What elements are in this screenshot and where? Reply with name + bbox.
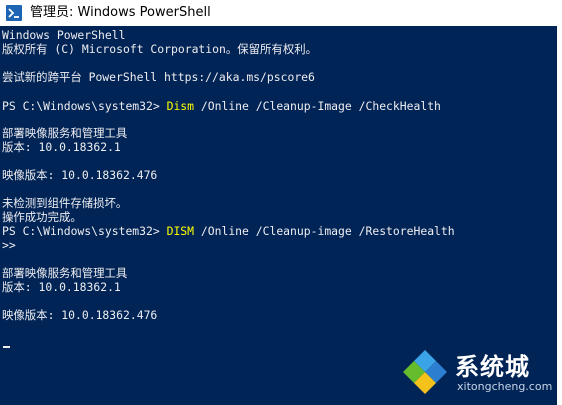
console-line: 操作成功完成。 [2, 210, 82, 224]
title-bar[interactable]: 管理员: Windows PowerShell [0, 0, 562, 26]
console-line: 映像版本: 10.0.18362.476 [2, 168, 158, 182]
command-line-checkhealth: PS C:\Windows\system32> Dism /Online /Cl… [2, 99, 441, 113]
watermark-name: 系统城 [455, 353, 530, 381]
text-cursor [3, 346, 10, 348]
console-line: 映像版本: 10.0.18362.476 [2, 308, 158, 322]
console-line: 部署映像服务和管理工具 [2, 126, 128, 140]
console-line: 部署映像服务和管理工具 [2, 266, 128, 280]
powershell-window: 管理员: Windows PowerShell Windows PowerShe… [0, 0, 562, 405]
console-line: >> [2, 238, 16, 252]
console-line: 未检测到组件存储损坏。 [2, 196, 128, 210]
diamond-logo-icon [403, 350, 447, 394]
console-line: 版权所有 (C) Microsoft Corporation。保留所有权利。 [2, 42, 317, 56]
console-line: 版本: 10.0.18362.1 [2, 140, 121, 154]
watermark: 系统城 xitongcheng.com [401, 340, 559, 402]
command-name: DISM [166, 224, 195, 238]
command-args: /Online /Cleanup-image /RestoreHealth [194, 224, 455, 238]
window-title: 管理员: Windows PowerShell [30, 5, 211, 20]
prompt-text: PS C:\Windows\system32> [2, 224, 167, 238]
powershell-icon [6, 5, 22, 21]
console-line: Windows PowerShell [2, 28, 126, 42]
prompt-text: PS C:\Windows\system32> [2, 99, 167, 113]
command-name: Dism [166, 99, 195, 113]
console-line: 版本: 10.0.18362.1 [2, 280, 121, 294]
command-line-restorehealth: PS C:\Windows\system32> DISM /Online /Cl… [2, 224, 455, 238]
console-line: 尝试新的跨平台 PowerShell https://aka.ms/pscore… [2, 70, 315, 84]
command-args: /Online /Cleanup-Image /CheckHealth [194, 99, 441, 113]
watermark-url: xitongcheng.com [457, 380, 553, 393]
